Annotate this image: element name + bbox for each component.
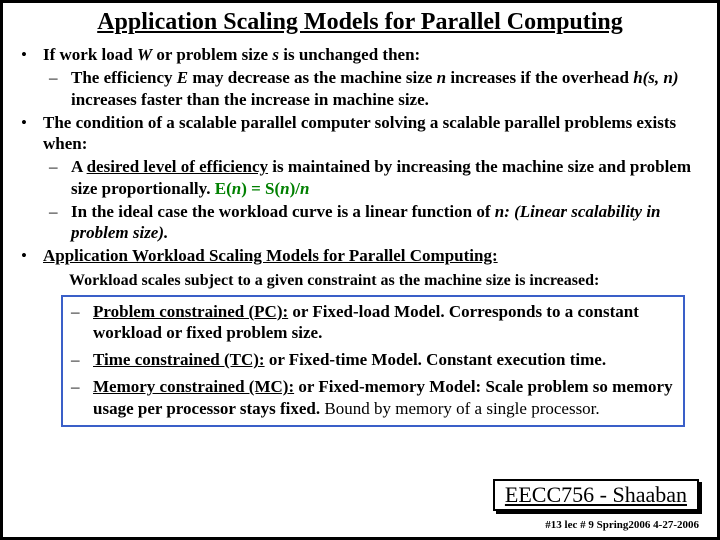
text: is unchanged then: (279, 45, 420, 64)
model-pc: – Problem constrained (PC): or Fixed-loa… (71, 301, 675, 344)
label: Time constrained (TC): (93, 350, 265, 369)
dash: – (49, 156, 71, 199)
var-n: n: (495, 202, 514, 221)
slide-title: Application Scaling Models for Parallel … (15, 9, 705, 36)
models-box: – Problem constrained (PC): or Fixed-loa… (61, 295, 685, 427)
footer-box: EECC756 - Shaaban (493, 479, 699, 511)
dash: – (71, 376, 93, 419)
bullet-2-text: The condition of a scalable parallel com… (43, 112, 699, 155)
var-h: h(s, n) (633, 68, 678, 87)
var-e: E (177, 68, 188, 87)
eq-mid: ) = S( (241, 179, 280, 198)
dash: – (71, 349, 93, 370)
bullet-3: • Application Workload Scaling Models fo… (21, 245, 699, 266)
eq-n: n (300, 179, 309, 198)
text: The efficiency (71, 68, 177, 87)
dash: – (49, 67, 71, 110)
var-w: W (137, 45, 152, 64)
bullet-2-sub2-text: In the ideal case the workload curve is … (71, 201, 699, 244)
text: increases faster than the increase in ma… (71, 90, 429, 109)
slide-frame: Application Scaling Models for Parallel … (0, 0, 720, 540)
eq-e: E( (215, 179, 232, 198)
var-n: n (437, 68, 446, 87)
dash: – (49, 201, 71, 244)
text: may decrease as the machine size (188, 68, 437, 87)
bullet-1: • If work load W or problem size s is un… (21, 44, 699, 65)
bullet-dot: • (21, 44, 43, 65)
label: Problem constrained (PC): (93, 302, 288, 321)
text: In the ideal case the workload curve is … (71, 202, 495, 221)
bullet-dot: • (21, 112, 43, 155)
scales-note: Workload scales subject to a given const… (69, 271, 699, 291)
text: or Fixed-time Model. Constant execution … (265, 350, 607, 369)
model-tc-text: Time constrained (TC): or Fixed-time Mod… (93, 349, 675, 370)
bullet-1-text: If work load W or problem size s is unch… (43, 44, 699, 65)
text-note: Bound by memory of a single processor. (320, 399, 600, 418)
model-tc: – Time constrained (TC): or Fixed-time M… (71, 349, 675, 370)
bullet-2-sub1: – A desired level of efficiency is maint… (49, 156, 699, 199)
bullet-2-sub2: – In the ideal case the workload curve i… (49, 201, 699, 244)
eq-n: n (280, 179, 289, 198)
bullet-3-heading: Application Workload Scaling Models for … (43, 245, 699, 266)
text-underline: desired level of efficiency (87, 157, 268, 176)
footer-text: EECC756 - Shaaban (505, 482, 687, 507)
bullet-2: • The condition of a scalable parallel c… (21, 112, 699, 155)
bullet-1-sub1-text: The efficiency E may decrease as the mac… (71, 67, 699, 110)
label: Memory constrained (MC): (93, 377, 294, 396)
text: If work load (43, 45, 137, 64)
bullet-dot: • (21, 245, 43, 266)
bullet-1-sub1: – The efficiency E may decrease as the m… (49, 67, 699, 110)
model-mc: – Memory constrained (MC): or Fixed-memo… (71, 376, 675, 419)
page-footer: #13 lec # 9 Spring2006 4-27-2006 (545, 519, 699, 531)
model-pc-text: Problem constrained (PC): or Fixed-load … (93, 301, 675, 344)
text: A (71, 157, 87, 176)
eq-slash: )/ (290, 179, 300, 198)
bullet-2-sub1-text: A desired level of efficiency is maintai… (71, 156, 699, 199)
text: increases if the overhead (446, 68, 633, 87)
model-mc-text: Memory constrained (MC): or Fixed-memory… (93, 376, 675, 419)
var-s: s (272, 45, 279, 64)
text: or problem size (152, 45, 272, 64)
eq-n: n (232, 179, 241, 198)
slide-content: • If work load W or problem size s is un… (21, 44, 699, 427)
dash: – (71, 301, 93, 344)
